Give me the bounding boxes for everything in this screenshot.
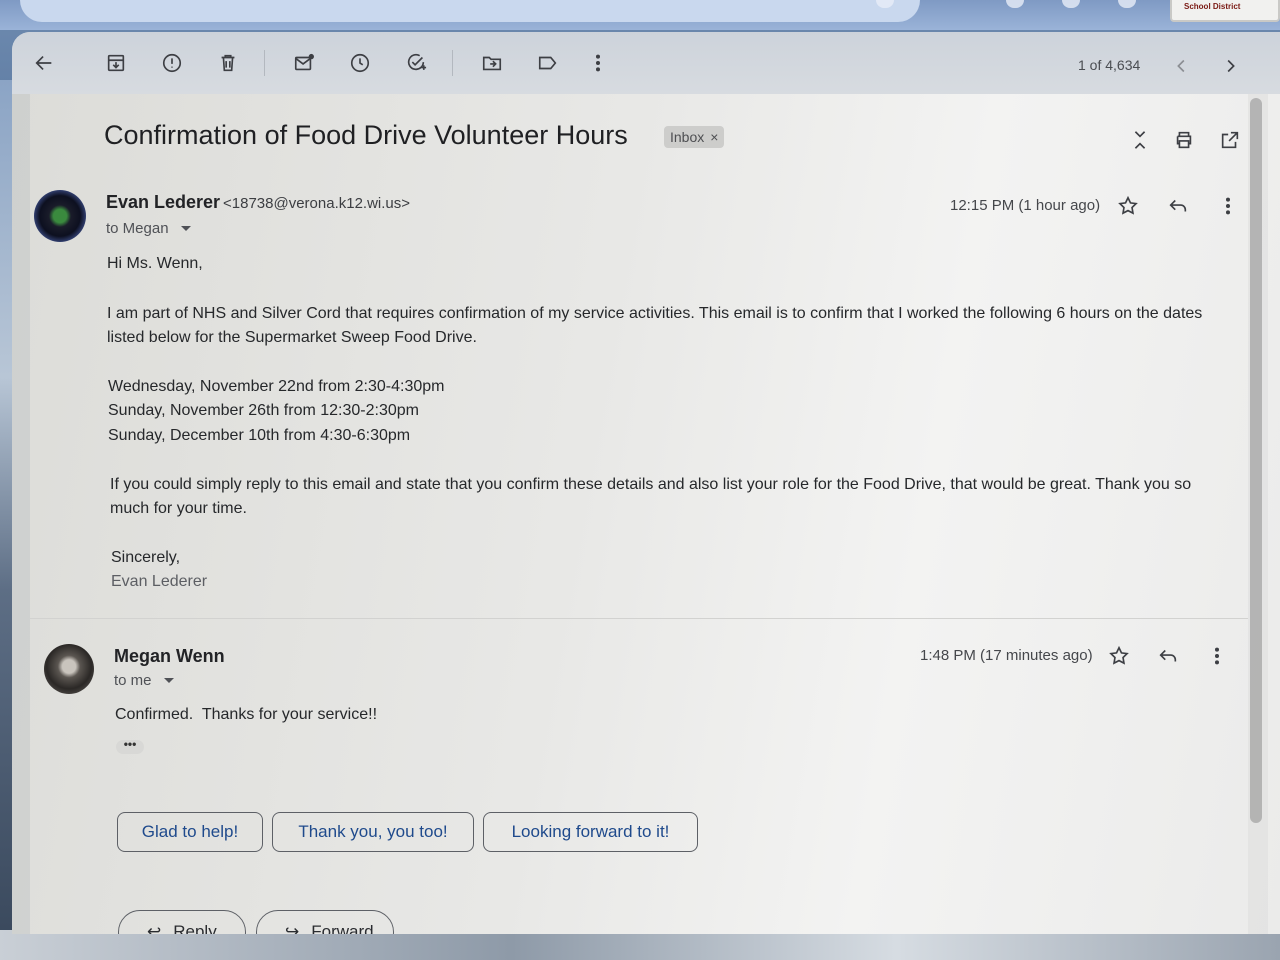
volunteer-date: Sunday, November 26th from 12:30-2:30pm [108, 402, 419, 419]
message-divider [30, 618, 1248, 619]
message-closing: Sincerely, [111, 549, 181, 566]
background-icon [1118, 0, 1136, 8]
reply-button[interactable]: ↩ Reply [118, 910, 246, 934]
forward-icon: ↪ [285, 922, 300, 934]
chevron-left-icon[interactable] [1170, 54, 1194, 78]
reply-icon: ↩ [147, 922, 162, 934]
trash-icon[interactable] [216, 51, 240, 75]
print-icon[interactable] [1172, 128, 1196, 152]
gmail-window: 1 of 4,634 Confirmation of Food Drive Vo… [12, 32, 1280, 934]
mark-unread-icon[interactable] [292, 51, 316, 75]
report-spam-icon[interactable] [160, 51, 184, 75]
avatar[interactable] [34, 190, 86, 242]
open-new-window-icon[interactable] [1218, 128, 1242, 152]
email-subject: Confirmation of Food Drive Volunteer Hou… [104, 120, 628, 150]
scrollbar-thumb[interactable] [1250, 98, 1262, 823]
inbox-label-text: Inbox [670, 129, 705, 145]
add-task-icon[interactable] [404, 51, 428, 75]
label-icon[interactable] [536, 51, 560, 75]
recipient-label: to me [114, 672, 152, 689]
inbox-label-badge: Inbox × [664, 126, 725, 148]
desktop-wallpaper-bottom [0, 930, 1280, 960]
message-paragraph-line: much for your time. [110, 500, 247, 517]
collapse-all-icon[interactable] [1128, 128, 1152, 152]
toolbar-separator [264, 50, 265, 76]
message-paragraph-line: If you could simply reply to this email … [110, 476, 1192, 493]
chevron-down-icon [180, 226, 191, 231]
message-counter: 1 of 4,634 [1078, 57, 1141, 73]
archive-icon[interactable] [104, 51, 128, 75]
more-vert-icon[interactable] [586, 51, 610, 75]
smart-reply-button[interactable]: Looking forward to it! [483, 812, 698, 852]
show-trimmed-content-button[interactable]: ••• [116, 738, 144, 754]
recipient-details-toggle[interactable]: to Megan [106, 220, 191, 237]
message-greeting: Hi Ms. Wenn, [107, 255, 203, 272]
background-icon [1006, 0, 1024, 8]
forward-button-label: Forward [311, 922, 374, 934]
message-timestamp: 12:15 PM (1 hour ago) [950, 197, 1101, 214]
reply-message-body: Confirmed. Thanks for your service!! [115, 706, 378, 723]
recipient-details-toggle[interactable]: to me [114, 672, 174, 689]
reply-icon[interactable] [1166, 194, 1190, 218]
star-icon[interactable] [1107, 644, 1131, 668]
background-search-bar [20, 0, 920, 22]
smart-reply-button[interactable]: Thank you, you too! [272, 812, 474, 852]
district-logo: School District [1170, 0, 1280, 22]
sender-name[interactable]: Megan Wenn [114, 646, 225, 667]
more-vert-icon[interactable] [1216, 194, 1240, 218]
volunteer-date: Sunday, December 10th from 4:30-6:30pm [108, 427, 411, 444]
chevron-down-icon [163, 678, 174, 683]
message-paragraph-line: listed below for the Supermarket Sweep F… [107, 329, 477, 346]
smart-reply-button[interactable]: Glad to help! [117, 812, 263, 852]
star-icon[interactable] [1116, 194, 1140, 218]
snooze-icon[interactable] [348, 51, 372, 75]
message-timestamp: 1:48 PM (17 minutes ago) [920, 647, 1093, 664]
message-toolbar: 1 of 4,634 [12, 32, 1280, 94]
recipient-label: to Megan [106, 220, 169, 237]
move-to-icon[interactable] [480, 51, 504, 75]
message-paragraph-line: I am part of NHS and Silver Cord that re… [107, 305, 1203, 322]
left-panel-edge [12, 94, 30, 934]
background-icon [1062, 0, 1080, 8]
background-window-strip: School District [0, 0, 1280, 30]
reply-button-label: Reply [173, 922, 217, 934]
sender-name[interactable]: Evan Lederer [106, 192, 220, 213]
message-signature: Evan Lederer [111, 573, 208, 590]
more-vert-icon[interactable] [1205, 644, 1229, 668]
chevron-right-icon[interactable] [1218, 54, 1242, 78]
sender-email: <18738@verona.k12.wi.us> [223, 195, 411, 212]
avatar[interactable] [44, 644, 94, 694]
toolbar-separator [452, 50, 453, 76]
forward-button[interactable]: ↪ Forward [256, 910, 394, 934]
remove-label-icon[interactable]: × [710, 129, 718, 145]
reply-icon[interactable] [1156, 644, 1180, 668]
back-arrow-icon[interactable] [32, 51, 56, 75]
volunteer-date: Wednesday, November 22nd from 2:30-4:30p… [108, 378, 445, 395]
